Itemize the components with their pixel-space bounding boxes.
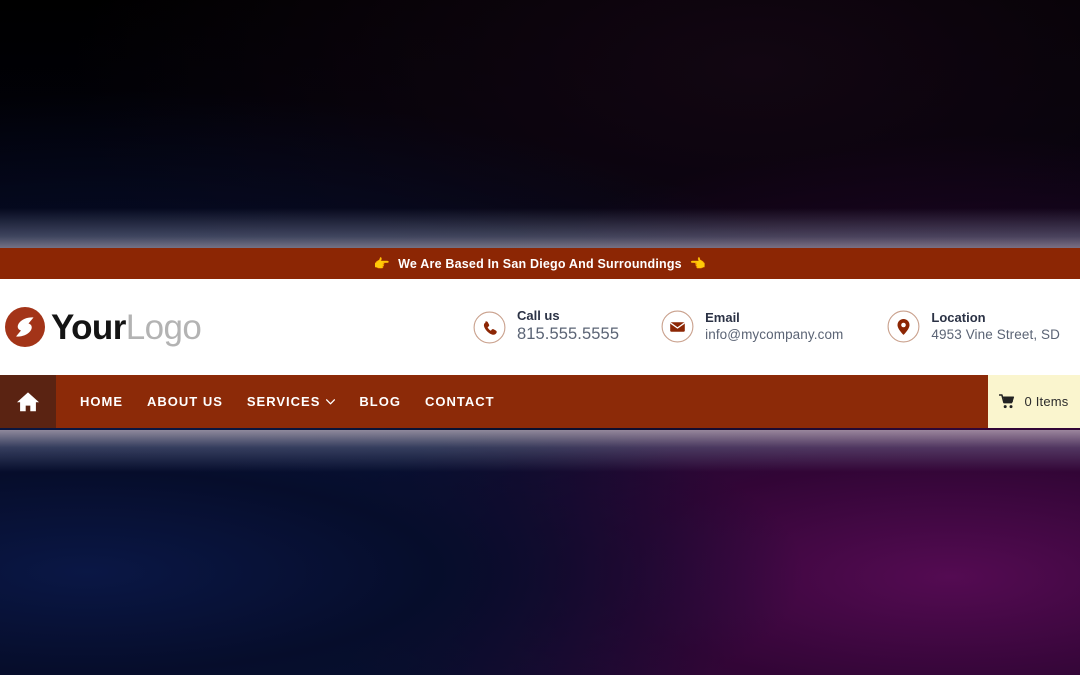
contact-phone-value: 815.555.5555 [516, 325, 620, 344]
nav-item-blog-label: BLOG [359, 394, 401, 409]
nav-item-blog[interactable]: BLOG [359, 394, 401, 409]
pointing-left-hand-icon: 👈 [689, 256, 707, 271]
cart-button[interactable]: 0 Items [988, 375, 1080, 428]
nav-item-contact[interactable]: CONTACT [425, 394, 495, 409]
map-pin-icon [887, 311, 920, 343]
contact-phone-label: Call us [516, 308, 560, 324]
shopping-cart-icon [999, 394, 1015, 409]
logo-text-secondary: Logo [125, 307, 202, 347]
announcement-text: We Are Based In San Diego And Surroundin… [398, 256, 682, 271]
contact-location-value: 4953 Vine Street, SD [931, 327, 1060, 343]
logo-text-primary: Your [51, 307, 126, 347]
contact-phone[interactable]: Call us 815.555.5555 [473, 308, 619, 346]
cart-label: 0 Items [1024, 394, 1069, 409]
site-header: YourLogo Call us 815.555.5555 Email info… [0, 279, 1080, 375]
home-icon [17, 391, 39, 411]
nav-item-list: HOME ABOUT US SERVICES BLOG CONTACT [56, 375, 495, 428]
nav-home-button[interactable] [0, 375, 56, 428]
header-contacts: Call us 815.555.5555 Email info@mycompan… [473, 308, 1080, 346]
nav-item-services[interactable]: SERVICES [247, 394, 336, 409]
pointing-right-hand-icon: 👉 [373, 256, 391, 271]
envelope-icon [661, 311, 694, 343]
contact-email[interactable]: Email info@mycompany.com [661, 310, 843, 344]
main-navigation: HOME ABOUT US SERVICES BLOG CONTACT 0 It… [0, 375, 1080, 428]
contact-location-label: Location [931, 310, 986, 326]
background-bottom-sheen [0, 430, 1080, 472]
nav-item-contact-label: CONTACT [424, 394, 495, 409]
nav-item-about-us-label: ABOUT US [147, 394, 223, 409]
contact-location[interactable]: Location 4953 Vine Street, SD [887, 310, 1060, 344]
nav-item-home[interactable]: HOME [80, 394, 123, 409]
announcement-bar: 👉 We Are Based In San Diego And Surround… [0, 248, 1080, 279]
contact-email-label: Email [705, 310, 740, 326]
logo-mark-icon [5, 307, 45, 347]
nav-item-services-label: SERVICES [246, 394, 321, 409]
site-logo[interactable]: YourLogo [4, 306, 202, 348]
chevron-down-icon [326, 398, 336, 404]
phone-icon [473, 311, 506, 343]
nav-item-about-us[interactable]: ABOUT US [147, 394, 223, 409]
nav-item-home-label: HOME [80, 394, 123, 409]
contact-email-value: info@mycompany.com [705, 327, 844, 343]
